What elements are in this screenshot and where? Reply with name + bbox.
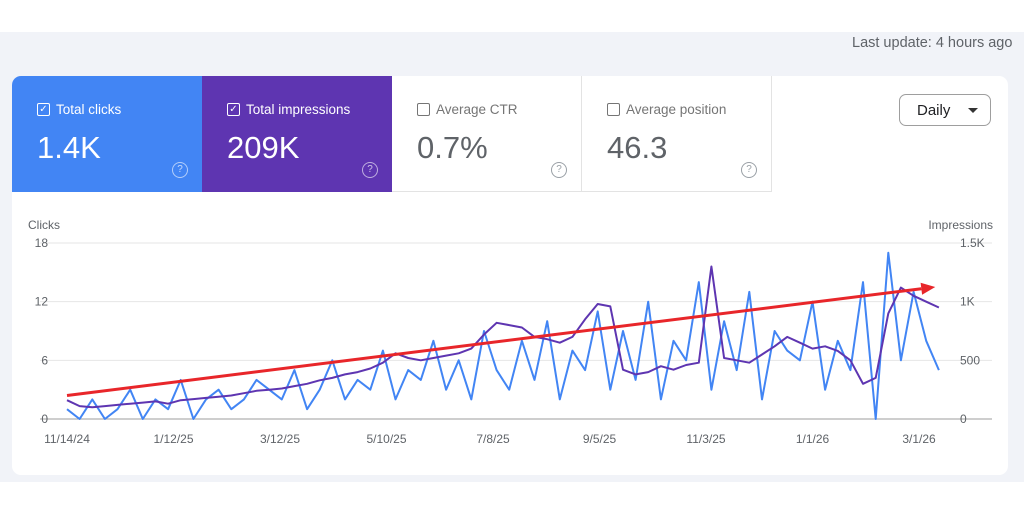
x-tick-label: 11/14/24: [44, 432, 90, 446]
x-tick-label: 11/3/25: [686, 432, 725, 446]
x-tick-label: 3/1/26: [902, 432, 936, 446]
performance-chart: Clicks Impressions 0 6 12 18 0 500 1K 1.5K 11/14…: [28, 218, 993, 446]
x-tick-label: 9/5/25: [583, 432, 617, 446]
series-line-impressions: [66, 265, 940, 409]
x-tick-label: 1/12/25: [153, 432, 193, 446]
y-tick-label: 0: [41, 412, 48, 426]
y2-axis-label-impressions: Impressions: [928, 218, 993, 232]
y-tick-label: 18: [35, 236, 49, 250]
y-axis-label-clicks: Clicks: [28, 218, 60, 232]
y2-tick-label: 0: [960, 412, 967, 426]
x-tick-label: 5/10/25: [366, 432, 406, 446]
y-tick-label: 6: [41, 353, 48, 367]
x-tick-label: 1/1/26: [796, 432, 830, 446]
y2-tick-label: 500: [960, 353, 980, 367]
y2-tick-label: 1.5K: [960, 236, 985, 250]
trend-arrow-line: [66, 287, 922, 398]
y-tick-label: 12: [35, 295, 49, 309]
x-tick-label: 3/12/25: [260, 432, 300, 446]
x-tick-label: 7/8/25: [476, 432, 510, 446]
trend-arrow-head-icon: [920, 282, 936, 295]
series-line-clicks: [66, 251, 940, 420]
y2-tick-label: 1K: [960, 295, 975, 309]
